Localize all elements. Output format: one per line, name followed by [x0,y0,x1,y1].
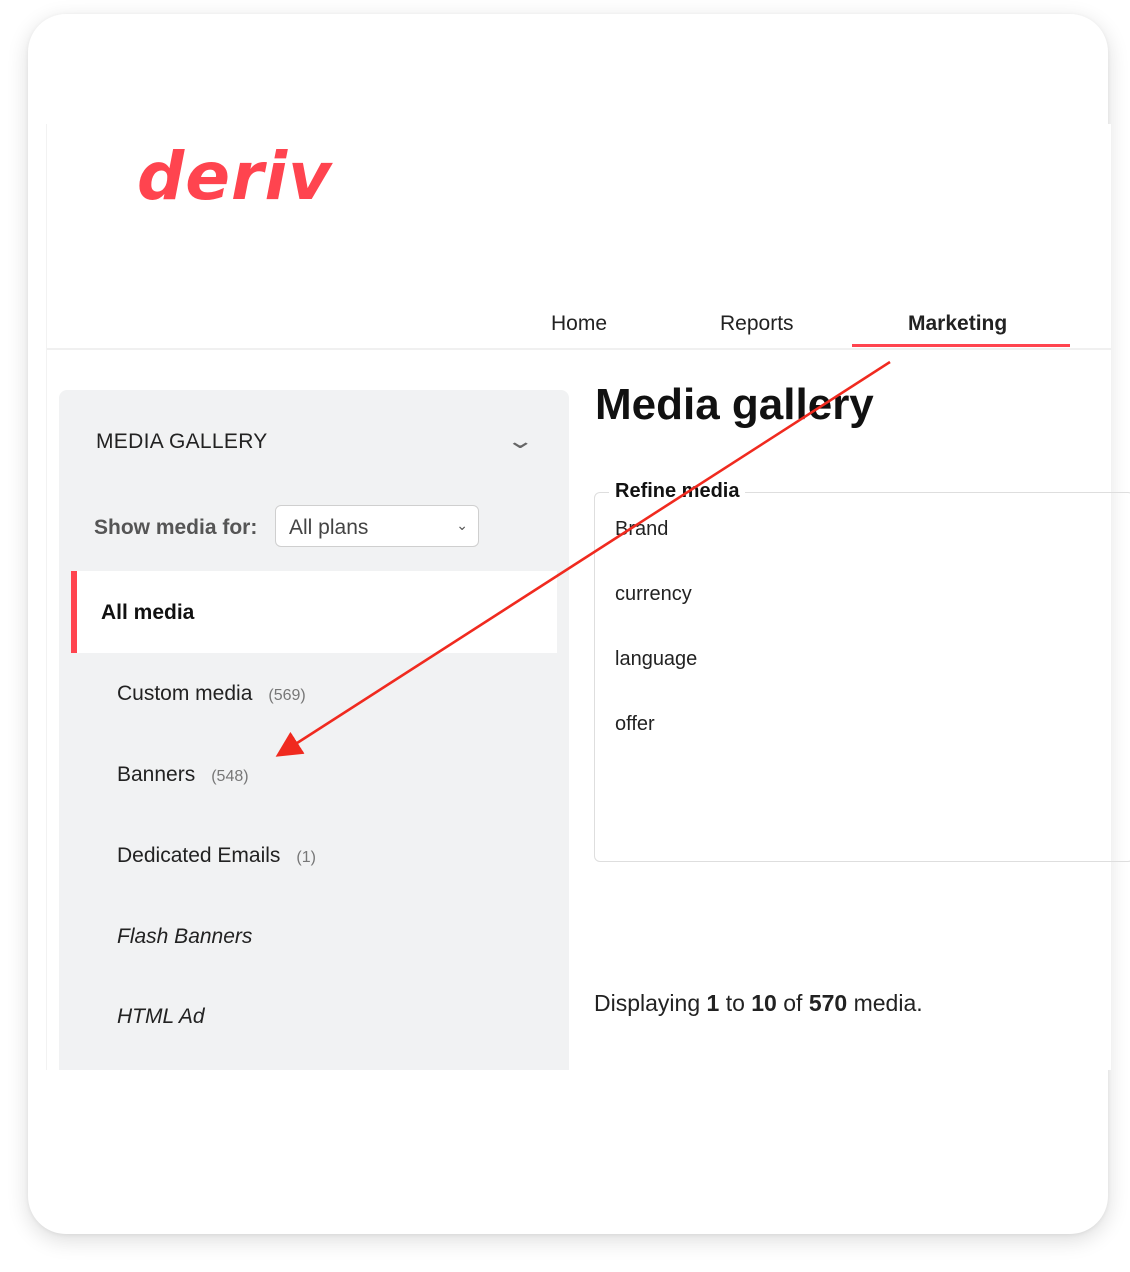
filter-brand[interactable]: Brand [615,518,668,541]
results-to-word: to [725,990,745,1016]
app-screenshot: deriv Home Reports Marketing MEDIA GALLE… [46,124,1130,1070]
results-of-word: of [783,990,803,1016]
nav-reports[interactable]: Reports [720,312,794,336]
chevron-down-icon: ⌄ [456,517,468,533]
results-prefix: Displaying [594,990,701,1016]
sidebar-item-label: HTML Ad [117,1005,205,1028]
sidebar-item-label: Banners [117,763,196,786]
page-title: Media gallery [595,380,874,429]
filter-language[interactable]: language [615,648,697,671]
sidebar-item-label: Dedicated Emails [117,844,281,867]
results-from: 1 [706,990,720,1016]
deriv-logo[interactable]: deriv [137,144,332,210]
item-count: (548) [211,768,249,785]
chevron-down-icon[interactable]: ⌄ [505,428,535,454]
plan-select[interactable]: All plans ⌄ [275,505,479,547]
nav-marketing[interactable]: Marketing [908,312,1007,336]
sidebar-item-label: All media [101,601,195,624]
results-count: Displaying 1 to 10 of 570 media. [594,990,923,1017]
sidebar-item-label: Flash Banners [117,925,253,948]
show-media-label: Show media for: [94,516,258,539]
sidebar-item-flash-banners[interactable]: Flash Banners [117,925,252,949]
item-count: (1) [296,849,316,866]
refine-media-panel: Refine media Brand currency language off… [594,480,1130,862]
nav-home[interactable]: Home [551,312,607,336]
filter-currency[interactable]: currency [615,583,692,606]
sidebar-title: MEDIA GALLERY [96,430,268,453]
sidebar-item-banners[interactable]: Banners (548) [117,763,249,787]
filter-offer[interactable]: offer [615,713,655,736]
sidebar-item-all-media[interactable]: All media [71,571,557,653]
refine-legend: Refine media [609,480,746,503]
sidebar-item-html-ad[interactable]: HTML Ad [117,1005,205,1029]
nav-active-underline [852,344,1070,347]
plan-select-value: All plans [289,516,369,539]
results-total: 570 [808,990,848,1016]
results-to: 10 [751,990,777,1016]
results-suffix: media. [853,990,923,1016]
item-count: (569) [268,687,306,704]
media-gallery-sidebar: MEDIA GALLERY ⌄ Show media for: All plan… [59,390,569,1070]
top-nav: Home Reports Marketing [47,304,1111,350]
sidebar-item-label: Custom media [117,682,253,705]
sidebar-item-custom-media[interactable]: Custom media (569) [117,682,306,706]
sidebar-item-dedicated-emails[interactable]: Dedicated Emails (1) [117,844,316,868]
